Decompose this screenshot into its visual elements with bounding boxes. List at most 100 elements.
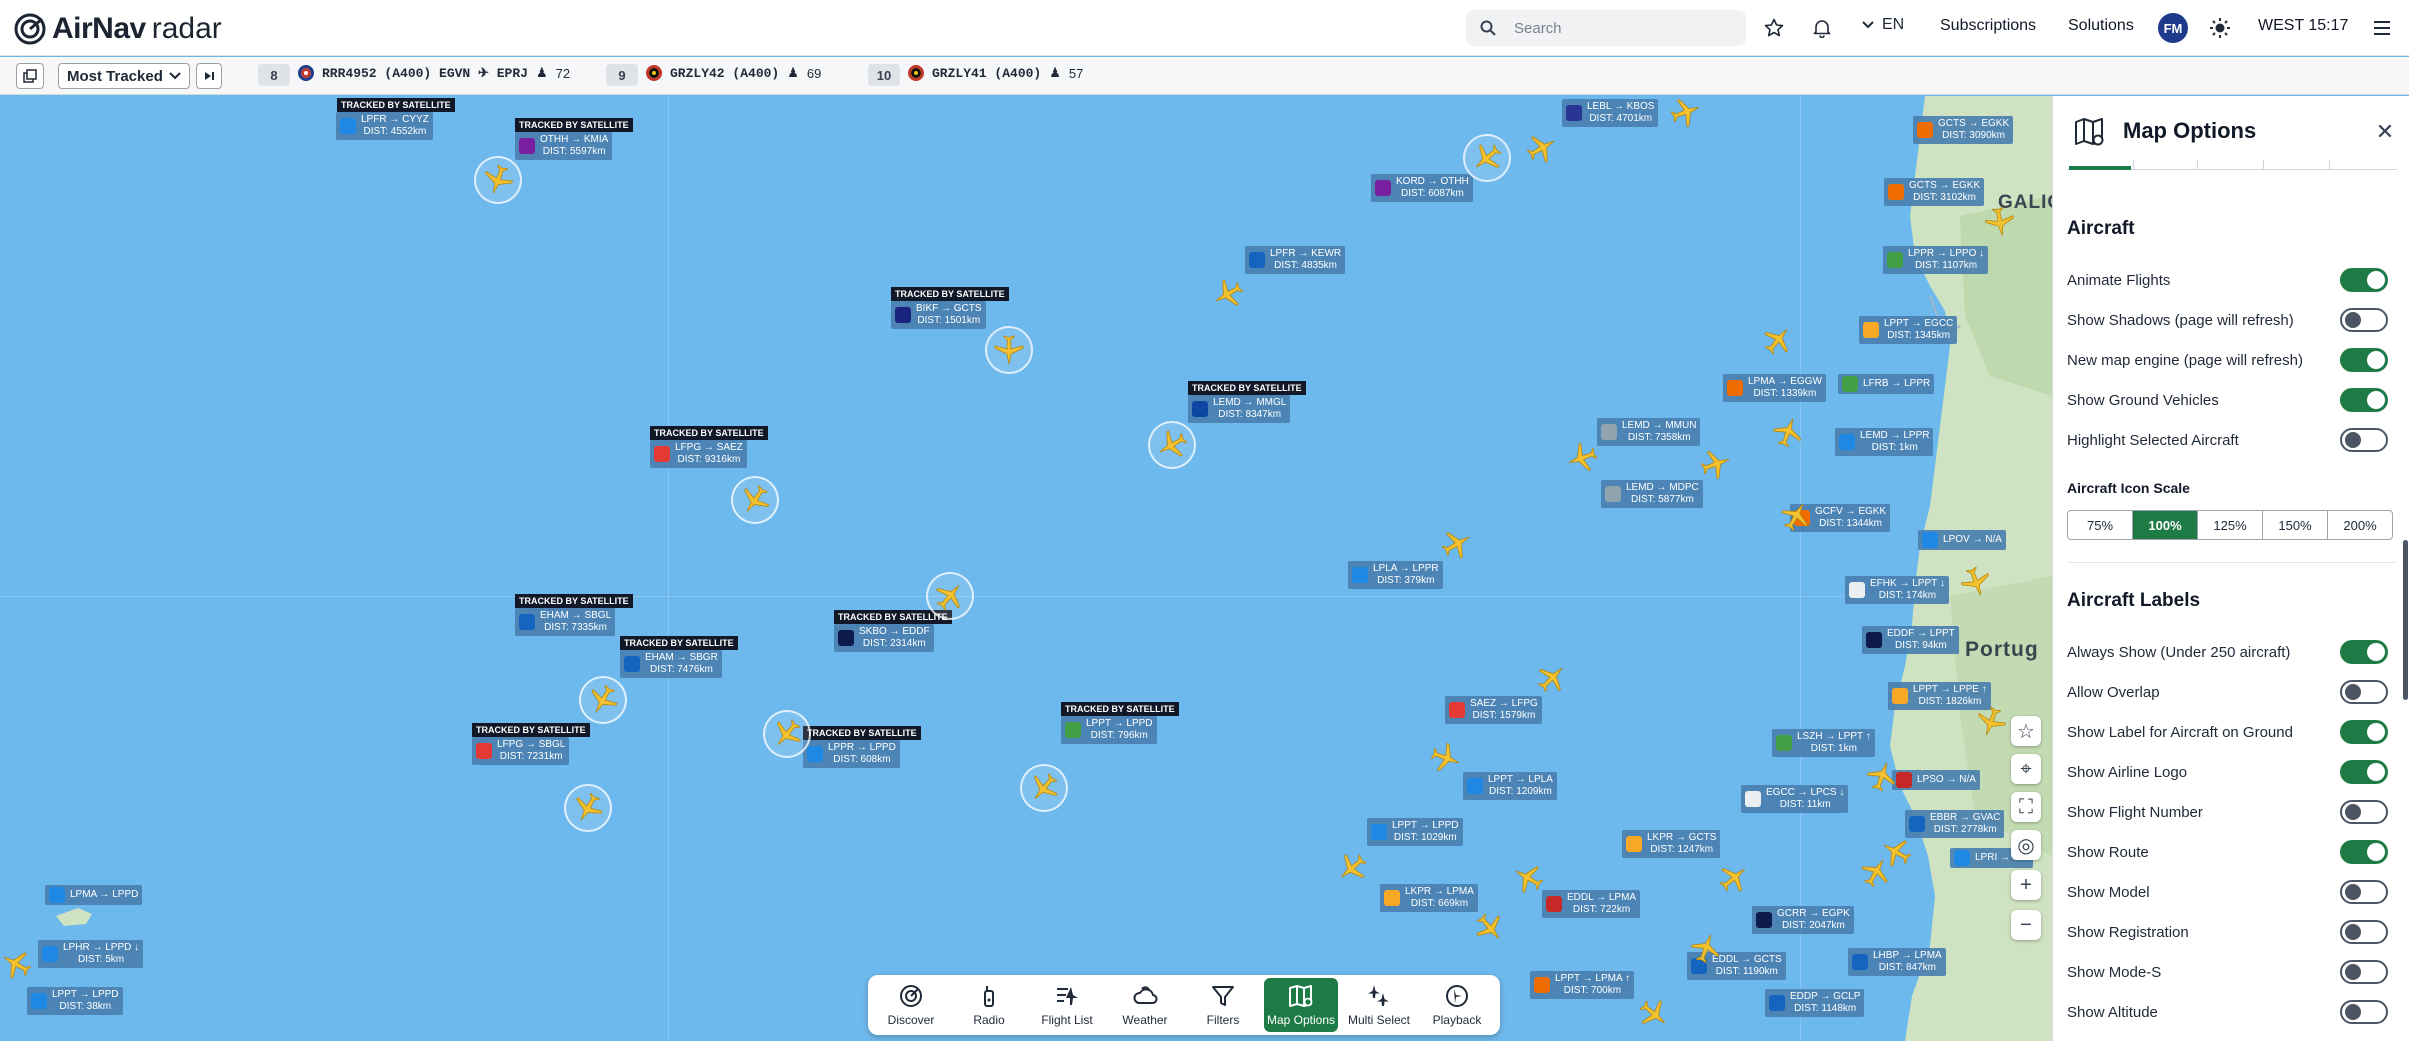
flight-label[interactable]: LPMA → EGGW DIST: 1339km <box>1723 374 1826 402</box>
aircraft-icon[interactable] <box>1981 203 2018 240</box>
toggle-switch[interactable] <box>2340 760 2388 784</box>
toggle-switch[interactable] <box>2340 840 2388 864</box>
flight-label[interactable]: LPFR → CYYZ DIST: 4552km <box>336 112 433 140</box>
close-panel-button[interactable]: ✕ <box>2371 118 2399 146</box>
theme-toggle-button[interactable] <box>2206 14 2234 42</box>
flight-label[interactable]: LPFR → KEWR DIST: 4835km <box>1245 246 1346 274</box>
subscriptions-link[interactable]: Subscriptions <box>1940 17 2036 35</box>
icon-scale-selector[interactable]: 75% 100% 125% 150% 200% <box>2067 510 2393 540</box>
favorites-button[interactable] <box>1760 14 1788 42</box>
search-box[interactable] <box>1466 10 1746 46</box>
flight-label[interactable]: LPPT → LPLA DIST: 1209km <box>1463 772 1557 800</box>
flight-label[interactable]: LPMA → LPPD <box>45 885 143 905</box>
flight-label[interactable]: LKPR → GCTS DIST: 1247km <box>1622 830 1721 858</box>
toggle-switch[interactable] <box>2340 880 2388 904</box>
flight-label[interactable]: GCTS → EGKK DIST: 3090km <box>1913 116 2014 144</box>
flight-label[interactable]: LPPT → LPPD DIST: 38km <box>27 987 123 1015</box>
toggle-switch[interactable] <box>2340 428 2388 452</box>
panel-scrollbar[interactable] <box>2403 540 2408 700</box>
toggle-switch[interactable] <box>2340 640 2388 664</box>
flight-label[interactable]: LHBP → LPMA DIST: 847km <box>1848 948 1946 976</box>
flight-label[interactable]: LPPT → LPMA ↑ DIST: 700km <box>1530 971 1634 999</box>
flight-label[interactable]: EGCC → LPCS ↓ DIST: 11km <box>1741 785 1849 813</box>
flight-label[interactable]: LEMD → MMUN DIST: 7358km <box>1597 418 1701 446</box>
flight-label[interactable]: LEMD → MDPC DIST: 5877km <box>1601 480 1703 508</box>
flight-label[interactable]: LKPR → LPMA DIST: 669km <box>1380 884 1478 912</box>
filters-button[interactable]: Filters <box>1186 978 1260 1032</box>
scale-option[interactable]: 75% <box>2068 511 2133 539</box>
zoom-out-button[interactable]: − <box>2011 910 2041 940</box>
search-input[interactable] <box>1514 19 1724 37</box>
favorite-map-button[interactable]: ☆ <box>2011 716 2041 746</box>
most-tracked-dropdown[interactable]: Most Tracked <box>58 63 190 89</box>
locate-button[interactable]: ◎ <box>2011 830 2041 860</box>
flight-label[interactable]: LPOV → N/A <box>1918 530 2006 550</box>
panel-tab-strip[interactable] <box>2067 158 2397 170</box>
flight-label[interactable]: SAEZ → LFPG DIST: 1579km <box>1445 696 1542 724</box>
flight-label[interactable]: GCTS → EGKK DIST: 3102km <box>1884 178 1985 206</box>
zoom-in-button[interactable]: + <box>2011 870 2041 900</box>
toggle-switch[interactable] <box>2340 268 2388 292</box>
flight-label[interactable]: LPPR → LPPD DIST: 608km <box>803 740 900 768</box>
flight-label[interactable]: EDDL → LPMA DIST: 722km <box>1542 890 1641 918</box>
toggle-switch[interactable] <box>2340 680 2388 704</box>
flight-label[interactable]: LSZH → LPPT ↑ DIST: 1km <box>1772 729 1875 757</box>
flight-label[interactable]: KORD → OTHH DIST: 6087km <box>1371 174 1473 202</box>
flight-label[interactable]: LEMD → MMGL DIST: 8347km <box>1188 395 1291 423</box>
toggle-switch[interactable] <box>2340 800 2388 824</box>
flight-label[interactable]: LPPT → LPPD DIST: 1029km <box>1367 818 1463 846</box>
flight-label[interactable]: OTHH → KMIA DIST: 5597km <box>515 132 613 160</box>
flight-label[interactable]: GCRR → EGPK DIST: 2047km <box>1752 906 1854 934</box>
flight-label[interactable]: LPPT → EGCC DIST: 1345km <box>1859 316 1958 344</box>
flight-label[interactable]: LPPT → LPPD DIST: 796km <box>1061 716 1157 744</box>
flight-label[interactable]: LFPG → SBGL DIST: 7231km <box>472 737 570 765</box>
flight-label[interactable]: EHAM → SBGR DIST: 7476km <box>620 650 722 678</box>
flight-label[interactable]: LEMD → LPPR DIST: 1km <box>1835 428 1934 456</box>
scale-option[interactable]: 150% <box>2263 511 2328 539</box>
flight-label[interactable]: LFRB → LPPR <box>1838 374 1935 394</box>
flight-label[interactable]: EDDF → LPPT DIST: 94km <box>1862 626 1959 654</box>
toggle-switch[interactable] <box>2340 720 2388 744</box>
toggle-switch[interactable] <box>2340 388 2388 412</box>
scale-option-selected[interactable]: 100% <box>2133 511 2198 539</box>
flight-label[interactable]: EFHK → LPPT ↓ DIST: 174km <box>1845 576 1949 604</box>
toggle-switch[interactable] <box>2340 1000 2388 1024</box>
fullscreen-button[interactable]: ⛶ <box>2011 792 2041 822</box>
flight-label[interactable]: LFPG → SAEZ DIST: 9316km <box>650 440 747 468</box>
user-avatar[interactable]: FM <box>2158 13 2188 43</box>
next-button[interactable] <box>196 63 222 89</box>
flight-label[interactable]: LPPT → LPPE ↑ DIST: 1826km <box>1888 682 1991 710</box>
radar-map[interactable]: GALIC Portug TRACKED BY SATELLITE LPFR →… <box>0 96 2052 1041</box>
flight-label[interactable]: LEBL → KBOS DIST: 4701km <box>1562 99 1659 127</box>
tracked-flight-item[interactable]: RRR4952 (A400) EGVN ✈ EPRJ ♟ 72 <box>298 65 570 81</box>
toggle-switch[interactable] <box>2340 308 2388 332</box>
solutions-link[interactable]: Solutions <box>2068 17 2134 35</box>
flight-label[interactable]: LPHR → LPPD ↓ DIST: 5km <box>38 940 144 968</box>
toggle-switch[interactable] <box>2340 960 2388 984</box>
menu-button[interactable] <box>2368 14 2396 42</box>
flight-label[interactable]: LPPR → LPPO ↓ DIST: 1107km <box>1883 246 1989 274</box>
tracked-flight-item[interactable]: GRZLY42 (A400) ♟ 69 <box>646 65 821 81</box>
flight-label[interactable]: EBBR → GVAC DIST: 2778km <box>1905 810 2005 838</box>
scale-option[interactable]: 200% <box>2328 511 2392 539</box>
language-selector[interactable]: EN <box>1862 16 1904 34</box>
airnav-logo[interactable]: AirNav radar <box>14 12 222 46</box>
flight-label[interactable]: BIKF → GCTS DIST: 1501km <box>891 301 986 329</box>
aircraft-icon[interactable] <box>993 334 1025 366</box>
playback-button[interactable]: Playback <box>1420 978 1494 1032</box>
discover-button[interactable]: Discover <box>874 978 948 1032</box>
toggle-switch[interactable] <box>2340 920 2388 944</box>
notifications-button[interactable] <box>1808 14 1836 42</box>
tracked-flight-item[interactable]: GRZLY41 (A400) ♟ 57 <box>908 65 1083 81</box>
compass-button[interactable]: ⌖ <box>2011 754 2041 784</box>
radio-button[interactable]: Radio <box>952 978 1026 1032</box>
flight-label[interactable]: SKBO → EDDF DIST: 2314km <box>834 624 934 652</box>
weather-button[interactable]: Weather <box>1108 978 1182 1032</box>
flight-label[interactable]: EDDP → GCLP DIST: 1148km <box>1765 989 1865 1017</box>
scale-option[interactable]: 125% <box>2198 511 2263 539</box>
flight-list-button[interactable]: Flight List <box>1030 978 1104 1032</box>
flight-label[interactable]: EHAM → SBGL DIST: 7335km <box>515 608 616 636</box>
map-options-button[interactable]: Map Options <box>1264 978 1338 1032</box>
flight-label[interactable]: LPLA → LPPR DIST: 379km <box>1348 561 1443 589</box>
flight-label[interactable]: LPSO → N/A <box>1892 770 1980 790</box>
